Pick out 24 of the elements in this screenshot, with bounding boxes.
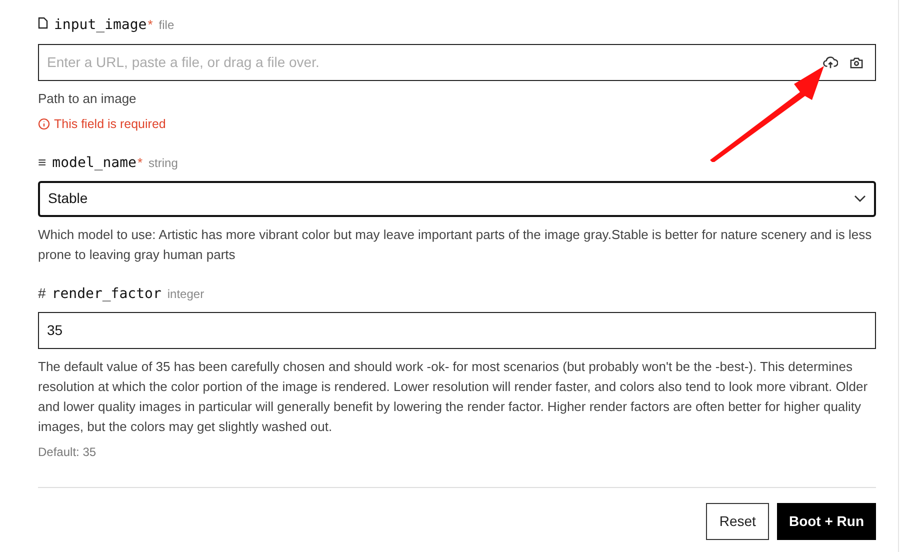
error-message: This field is required [54,116,166,133]
default-value: Default: 35 [38,444,98,461]
field-name: render_factor [52,284,162,304]
number-input-field[interactable]: 35 [38,312,876,349]
info-circle-icon [38,118,50,130]
field-type: integer [167,286,204,303]
help-text: Path to an image [38,90,138,108]
field-name: input_image [54,16,147,35]
required-asterisk: * [148,16,153,34]
reset-button[interactable]: Reset [706,502,769,540]
required-asterisk: * [137,154,143,172]
help-text: The default value of 35 has been carefully chosen and should work -ok- for most scenarios (but probably won't be the -best-). This determines resolution at which the color portion of the image is rendered. Lower resolution will render faster, and colors also tend to look more vibrant. Older and lower quality images in particular will generally benefit by lowering the render factor. Higher render factors are often better for higher quality images, but the colors may get slightly washed out. [38,358,869,436]
file-icon [38,17,48,29]
field-type: string [148,154,178,172]
run-button[interactable]: Boot + Run [776,502,876,540]
field-type: file [158,17,174,34]
camera-icon[interactable] [850,56,863,68]
chevron-down-icon [854,195,866,202]
help-text: Which model to use: Artistic has more vibrant color but may leave important parts of the image gray.Stable is better for nature scenery and is less prone to leaving gray human parts [38,226,873,264]
model-select[interactable]: Stable [38,180,876,217]
type-icon: ≡ [38,152,46,173]
cloud-upload-icon[interactable] [823,56,838,69]
field-name: model_name [52,154,136,173]
type-icon: # [38,282,46,304]
